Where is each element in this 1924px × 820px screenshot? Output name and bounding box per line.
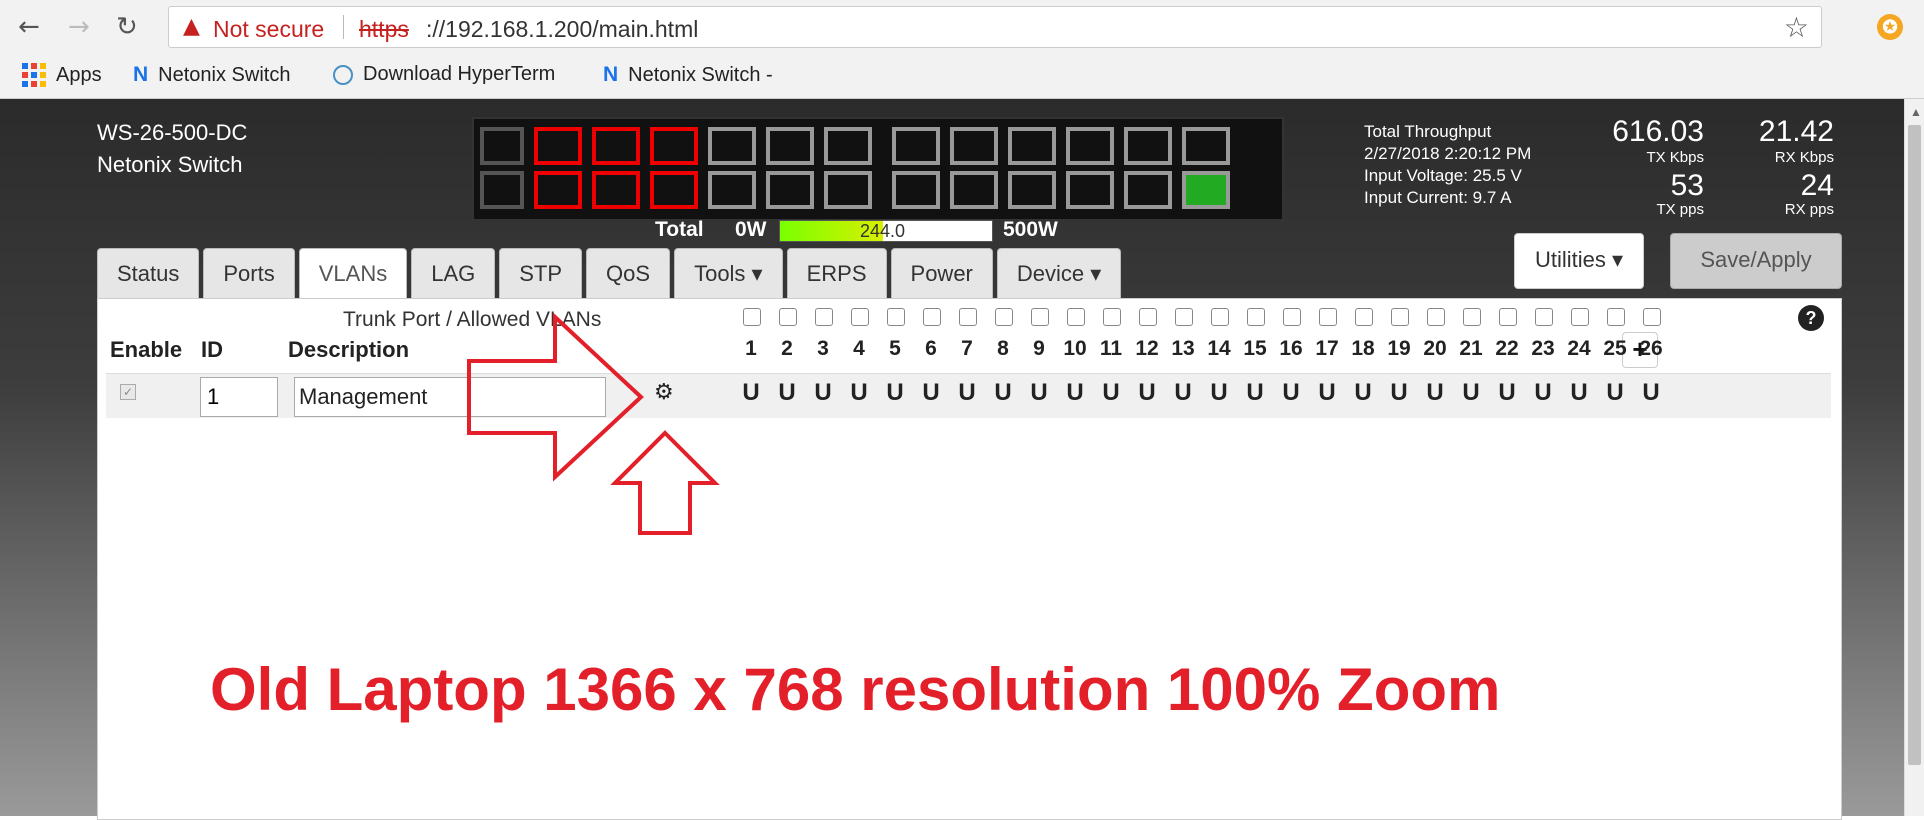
scrollbar[interactable]: ▲: [1904, 99, 1924, 816]
netonix-logo-icon: N: [603, 63, 619, 86]
bookmark-label: Netonix Switch: [158, 63, 291, 86]
address-separator: [343, 15, 344, 39]
netonix-logo-icon: N: [133, 63, 149, 86]
bookmark-star-icon[interactable]: ☆: [1784, 11, 1809, 44]
bookmark-label: Download HyperTerm: [363, 63, 556, 85]
scrollbar-thumb[interactable]: [1908, 125, 1921, 765]
apps-grid-icon: [22, 63, 46, 87]
bookmark-hyperterm[interactable]: Download HyperTerm: [333, 63, 573, 86]
annotation-arrow-up: [610, 430, 720, 535]
scroll-up-icon[interactable]: ▲: [1910, 105, 1922, 119]
bookmark-label: Netonix Switch -: [628, 63, 773, 86]
extension-icon[interactable]: ✪: [1877, 14, 1903, 40]
bookmarks-bar: Apps N Netonix Switch Download HyperTerm…: [0, 55, 1924, 99]
annotation-arrow-right: [467, 312, 644, 482]
url-text: ://192.168.1.200/main.html: [426, 16, 699, 42]
reload-icon[interactable]: ↻: [116, 10, 138, 44]
page-content: WS-26-500-DC Netonix Switch Total 0W 244…: [0, 99, 1904, 820]
warning-icon: ▲: [183, 14, 200, 39]
bookmark-apps[interactable]: Apps: [22, 63, 102, 87]
bookmark-netonix-2[interactable]: N Netonix Switch -: [603, 63, 773, 87]
globe-icon: [333, 64, 353, 85]
bookmark-netonix-1[interactable]: N Netonix Switch: [133, 63, 290, 87]
security-label[interactable]: Not secure: [213, 16, 324, 43]
back-icon[interactable]: ←: [18, 10, 40, 44]
browser-toolbar: ← → ↻ ▲ Not secure https ://192.168.1.20…: [0, 0, 1924, 55]
bookmark-label: Apps: [56, 63, 102, 86]
url-scheme: https: [359, 16, 409, 42]
address-bar[interactable]: ▲ Not secure https ://192.168.1.200/main…: [168, 6, 1822, 48]
annotation-text: Old Laptop 1366 x 768 resolution 100% Zo…: [210, 656, 1501, 723]
forward-icon[interactable]: →: [68, 10, 90, 44]
